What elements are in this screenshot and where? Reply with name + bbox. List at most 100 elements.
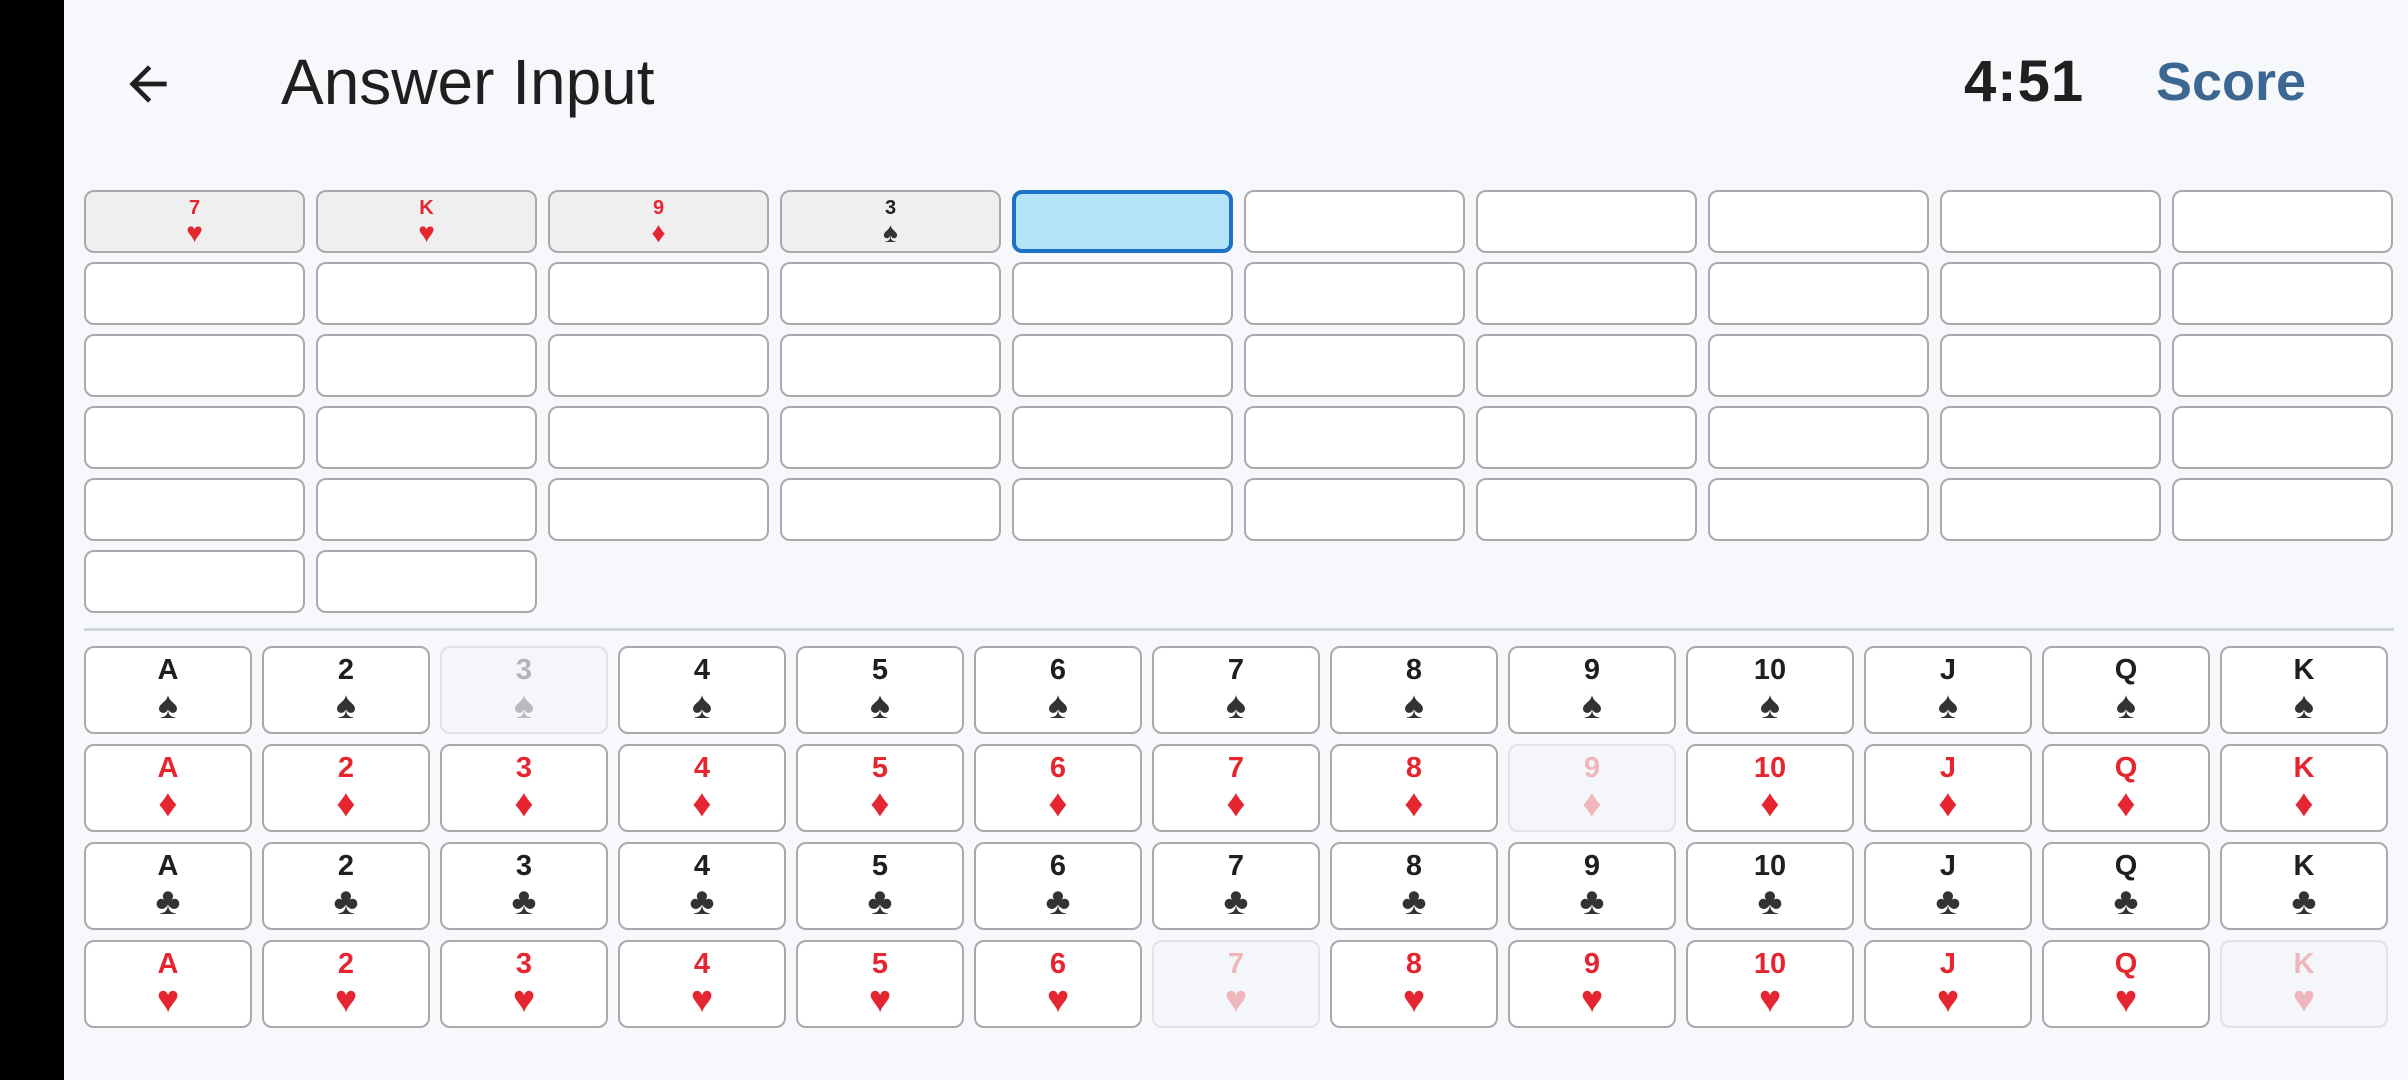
answer-slot-empty[interactable] — [548, 406, 769, 469]
answer-slot-empty[interactable] — [1012, 334, 1233, 397]
card-5-diamonds[interactable]: 5 ♦ — [796, 744, 964, 832]
card-10-clubs[interactable]: 10 ♣ — [1686, 842, 1854, 930]
back-button[interactable] — [112, 44, 184, 124]
card-9-diamonds[interactable]: 9 ♦ — [1508, 744, 1676, 832]
answer-slot-empty[interactable] — [1940, 478, 2161, 541]
card-3-clubs[interactable]: 3 ♣ — [440, 842, 608, 930]
card-6-spades[interactable]: 6 ♠ — [974, 646, 1142, 734]
card-7-diamonds[interactable]: 7 ♦ — [1152, 744, 1320, 832]
answer-slot-filled[interactable]: K ♥ — [316, 190, 537, 253]
card-q-hearts[interactable]: Q ♥ — [2042, 940, 2210, 1028]
card-6-diamonds[interactable]: 6 ♦ — [974, 744, 1142, 832]
answer-slot-empty[interactable] — [316, 478, 537, 541]
score-button[interactable]: Score — [2156, 42, 2306, 122]
answer-slot-empty[interactable] — [316, 550, 537, 613]
card-3-hearts[interactable]: 3 ♥ — [440, 940, 608, 1028]
answer-slot-empty[interactable] — [1244, 262, 1465, 325]
answer-slot-empty[interactable] — [1708, 406, 1929, 469]
card-6-hearts[interactable]: 6 ♥ — [974, 940, 1142, 1028]
card-6-clubs[interactable]: 6 ♣ — [974, 842, 1142, 930]
answer-slot-empty[interactable] — [1476, 478, 1697, 541]
card-2-spades[interactable]: 2 ♠ — [262, 646, 430, 734]
answer-slot-empty[interactable] — [780, 478, 1001, 541]
answer-slot-empty[interactable] — [84, 478, 305, 541]
card-a-spades[interactable]: A ♠ — [84, 646, 252, 734]
answer-slot-filled[interactable]: 3 ♠ — [780, 190, 1001, 253]
card-3-spades[interactable]: 3 ♠ — [440, 646, 608, 734]
card-q-clubs[interactable]: Q ♣ — [2042, 842, 2210, 930]
answer-slot-empty[interactable] — [316, 406, 537, 469]
answer-slot-empty[interactable] — [84, 550, 305, 613]
answer-slot-empty[interactable] — [1476, 334, 1697, 397]
answer-slot-filled[interactable]: 7 ♥ — [84, 190, 305, 253]
card-4-hearts[interactable]: 4 ♥ — [618, 940, 786, 1028]
card-4-spades[interactable]: 4 ♠ — [618, 646, 786, 734]
card-7-clubs[interactable]: 7 ♣ — [1152, 842, 1320, 930]
card-3-diamonds[interactable]: 3 ♦ — [440, 744, 608, 832]
answer-slot-empty[interactable] — [1476, 190, 1697, 253]
card-7-spades[interactable]: 7 ♠ — [1152, 646, 1320, 734]
answer-slot-empty[interactable] — [1244, 406, 1465, 469]
answer-slot-empty[interactable] — [1940, 190, 2161, 253]
answer-slot-empty[interactable] — [2172, 262, 2393, 325]
answer-slot-empty[interactable] — [1476, 262, 1697, 325]
card-k-spades[interactable]: K ♠ — [2220, 646, 2388, 734]
card-j-spades[interactable]: J ♠ — [1864, 646, 2032, 734]
answer-slot-empty[interactable] — [1940, 334, 2161, 397]
card-8-clubs[interactable]: 8 ♣ — [1330, 842, 1498, 930]
answer-slot-empty[interactable] — [780, 334, 1001, 397]
card-10-spades[interactable]: 10 ♠ — [1686, 646, 1854, 734]
answer-slot-empty[interactable] — [316, 262, 537, 325]
card-k-clubs[interactable]: K ♣ — [2220, 842, 2388, 930]
answer-slot-empty[interactable] — [1708, 262, 1929, 325]
card-4-clubs[interactable]: 4 ♣ — [618, 842, 786, 930]
answer-slot-empty[interactable] — [84, 334, 305, 397]
card-2-diamonds[interactable]: 2 ♦ — [262, 744, 430, 832]
answer-slot-empty[interactable] — [1244, 478, 1465, 541]
answer-slot-empty[interactable] — [548, 334, 769, 397]
card-j-clubs[interactable]: J ♣ — [1864, 842, 2032, 930]
answer-slot-empty[interactable] — [2172, 478, 2393, 541]
answer-slot-active[interactable] — [1012, 190, 1233, 253]
card-8-hearts[interactable]: 8 ♥ — [1330, 940, 1498, 1028]
answer-slot-empty[interactable] — [780, 262, 1001, 325]
card-j-hearts[interactable]: J ♥ — [1864, 940, 2032, 1028]
answer-slot-empty[interactable] — [2172, 334, 2393, 397]
card-5-clubs[interactable]: 5 ♣ — [796, 842, 964, 930]
card-8-spades[interactable]: 8 ♠ — [1330, 646, 1498, 734]
answer-slot-empty[interactable] — [1940, 406, 2161, 469]
card-2-hearts[interactable]: 2 ♥ — [262, 940, 430, 1028]
card-8-diamonds[interactable]: 8 ♦ — [1330, 744, 1498, 832]
card-k-hearts[interactable]: K ♥ — [2220, 940, 2388, 1028]
card-a-diamonds[interactable]: A ♦ — [84, 744, 252, 832]
answer-slot-empty[interactable] — [548, 262, 769, 325]
answer-slot-empty[interactable] — [2172, 190, 2393, 253]
card-a-clubs[interactable]: A ♣ — [84, 842, 252, 930]
answer-slot-empty[interactable] — [1476, 406, 1697, 469]
card-q-diamonds[interactable]: Q ♦ — [2042, 744, 2210, 832]
card-7-hearts[interactable]: 7 ♥ — [1152, 940, 1320, 1028]
card-10-hearts[interactable]: 10 ♥ — [1686, 940, 1854, 1028]
card-j-diamonds[interactable]: J ♦ — [1864, 744, 2032, 832]
answer-slot-empty[interactable] — [84, 406, 305, 469]
card-a-hearts[interactable]: A ♥ — [84, 940, 252, 1028]
card-9-hearts[interactable]: 9 ♥ — [1508, 940, 1676, 1028]
answer-slot-empty[interactable] — [2172, 406, 2393, 469]
answer-slot-empty[interactable] — [1012, 262, 1233, 325]
answer-slot-empty[interactable] — [316, 334, 537, 397]
answer-slot-filled[interactable]: 9 ♦ — [548, 190, 769, 253]
answer-slot-empty[interactable] — [1244, 334, 1465, 397]
answer-slot-empty[interactable] — [1708, 190, 1929, 253]
answer-slot-empty[interactable] — [1012, 406, 1233, 469]
answer-slot-empty[interactable] — [1012, 478, 1233, 541]
answer-slot-empty[interactable] — [1940, 262, 2161, 325]
card-10-diamonds[interactable]: 10 ♦ — [1686, 744, 1854, 832]
answer-slot-empty[interactable] — [1708, 478, 1929, 541]
card-5-spades[interactable]: 5 ♠ — [796, 646, 964, 734]
answer-slot-empty[interactable] — [1708, 334, 1929, 397]
card-q-spades[interactable]: Q ♠ — [2042, 646, 2210, 734]
card-9-spades[interactable]: 9 ♠ — [1508, 646, 1676, 734]
answer-slot-empty[interactable] — [84, 262, 305, 325]
answer-slot-empty[interactable] — [780, 406, 1001, 469]
answer-slot-empty[interactable] — [1244, 190, 1465, 253]
